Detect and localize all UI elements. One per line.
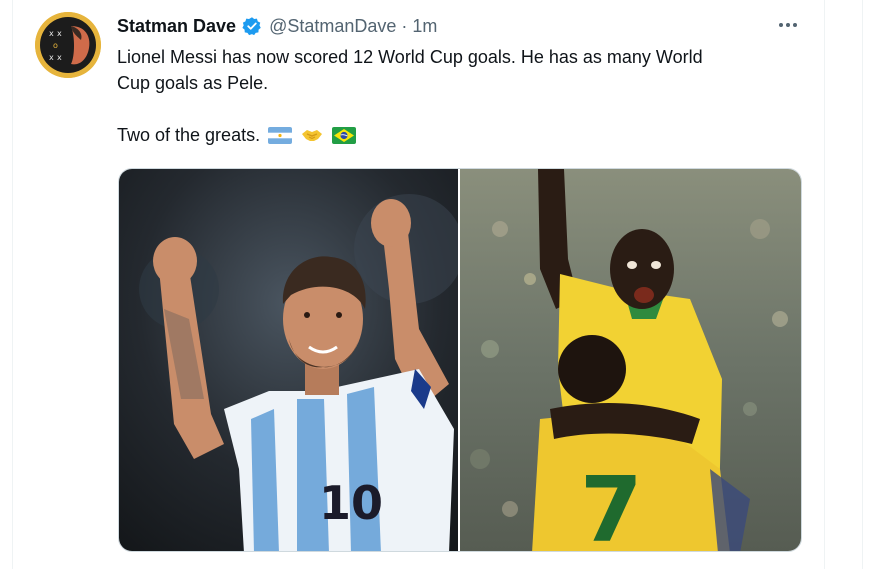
flag-argentina-icon (268, 126, 293, 144)
handshake-icon (300, 125, 324, 145)
svg-text:o: o (53, 41, 58, 50)
svg-text:x: x (49, 53, 54, 62)
tweet-text-line-1: Lionel Messi has now scored 12 World Cup… (117, 47, 703, 67)
separator-dot: · (401, 15, 408, 36)
more-options-icon[interactable] (775, 12, 801, 38)
verified-badge-icon (242, 16, 262, 36)
timestamp[interactable]: 1m (412, 16, 437, 37)
display-name[interactable]: Statman Dave (117, 16, 236, 37)
tweet-header: Statman Dave @StatmanDave · 1m (117, 14, 437, 38)
sidebar-border (862, 0, 863, 569)
svg-text:7: 7 (580, 458, 643, 551)
tweet-text: Lionel Messi has now scored 12 World Cup… (117, 44, 797, 148)
avatar[interactable]: x x o x x (35, 12, 101, 78)
svg-text:x: x (57, 53, 62, 62)
pele-celebrating-photo[interactable]: 7 (460, 169, 801, 551)
tweet-text-line-2: Cup goals as Pele. (117, 73, 269, 93)
tweet-text-line-3-label: Two of the greats. (117, 125, 261, 145)
tweet-text-line-3: Two of the greats. (117, 122, 797, 148)
flag-brazil-icon (332, 126, 357, 144)
messi-celebrating-photo[interactable]: 10 (119, 169, 458, 551)
svg-text:10: 10 (319, 476, 383, 530)
handle[interactable]: @StatmanDave (269, 16, 396, 37)
tweet-media[interactable]: 10 7 (118, 168, 802, 552)
svg-text:x: x (57, 29, 62, 38)
svg-text:x: x (49, 29, 54, 38)
tweet-card[interactable]: x x o x x Statman Dave @StatmanDave · 1m… (13, 0, 824, 569)
timeline-border-right (824, 0, 825, 569)
